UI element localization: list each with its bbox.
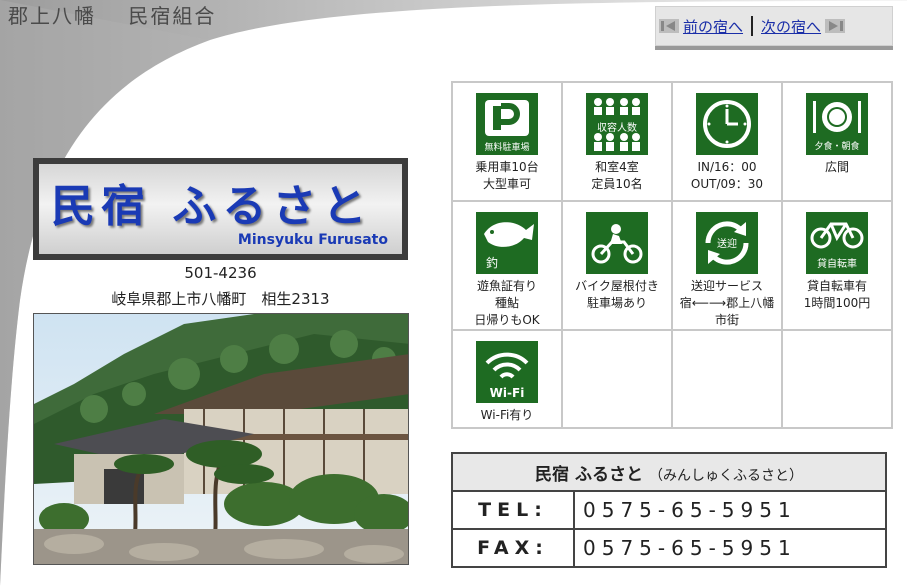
- amenity-fishing-line-1: 遊魚証有り: [476, 279, 537, 293]
- svg-text:送迎: 送迎: [717, 237, 737, 250]
- prev-arrow-icon[interactable]: [659, 19, 679, 33]
- inn-photo: [33, 313, 409, 565]
- fishing-icon: 釣: [476, 212, 538, 274]
- bicycle-icon: 貸自転車: [806, 212, 868, 274]
- amenity-fishing-line-2: 種鮎: [494, 296, 519, 310]
- svg-text:釣: 釣: [486, 255, 498, 270]
- amenity-wifi-line-1: Wi-Fi有り: [480, 408, 534, 422]
- wifi-icon: Wi-Fi: [476, 341, 538, 403]
- amenity-grid: 無料駐車場 乗用車10台 大型車可 収容人数 和室4室 定員10名 IN/16：…: [451, 81, 893, 429]
- svg-text:貸自転車: 貸自転車: [817, 257, 857, 270]
- clock-icon: [696, 93, 758, 155]
- contact-reading: （みんしゅくふるさと）: [648, 467, 803, 484]
- amenity-checkin: IN/16：00 OUT/09：30: [671, 81, 783, 202]
- amenity-parking-line-1: 乗用車10台: [475, 160, 539, 174]
- amenity-motorbike-line-1: バイク屋根付き: [575, 279, 659, 293]
- amenity-shuttle-line-1: 送迎サービス: [690, 279, 763, 293]
- amenity-motorbike: バイク屋根付き 駐車場あり: [561, 200, 673, 331]
- contact-header: 民宿 ふるさと （みんしゅくふるさと）: [451, 452, 887, 492]
- amenity-empty-cell: [671, 329, 783, 429]
- capacity-icon: 収容人数: [586, 93, 648, 155]
- amenity-checkin-line-2: OUT/09：30: [690, 177, 764, 191]
- amenity-wifi: Wi-Fi Wi-Fi有り: [451, 329, 563, 429]
- amenity-parking-line-2: 大型車可: [482, 177, 531, 191]
- amenity-bicycle-line-1: 貸自転車有: [806, 279, 867, 293]
- inn-logo: 民宿 ふるさと Minsyuku Furusato: [33, 158, 408, 260]
- meal-icon: 夕食・朝食: [806, 93, 868, 155]
- site-title-left: 郡上八幡: [8, 4, 96, 28]
- amenity-shuttle-line-2: 宿⟵⟶郡上八幡: [679, 296, 775, 310]
- site-title: 郡上八幡 民宿組合: [8, 0, 216, 29]
- amenity-fishing: 釣 遊魚証有り 種鮎 日帰りもOK: [451, 200, 563, 331]
- shuttle-icon: 送迎: [696, 212, 758, 274]
- amenity-bicycle: 貸自転車 貸自転車有 1時間100円: [781, 200, 893, 331]
- parking-icon: 無料駐車場: [476, 93, 538, 155]
- logo-name-jp: 民宿 ふるさと: [51, 181, 373, 232]
- nav-divider: [751, 16, 754, 36]
- amenity-capacity-line-1: 和室4室: [595, 160, 639, 174]
- amenity-bicycle-line-2: 1時間100円: [803, 296, 871, 310]
- contact-table: 民宿 ふるさと （みんしゅくふるさと） TEL: 0575-65-5951 FAX…: [451, 452, 887, 568]
- tel-label: TEL:: [451, 490, 575, 530]
- amenity-meal: 夕食・朝食 広間: [781, 81, 893, 202]
- amenity-capacity: 収容人数 和室4室 定員10名: [561, 81, 673, 202]
- amenity-meal-line-1: 広間: [824, 160, 849, 174]
- amenity-shuttle: 送迎 送迎サービス 宿⟵⟶郡上八幡 市街: [671, 200, 783, 331]
- tel-number: 0575-65-5951: [573, 490, 887, 530]
- amenity-empty-cell: [561, 329, 673, 429]
- amenity-fishing-line-3: 日帰りもOK: [474, 313, 540, 327]
- svg-text:Wi-Fi: Wi-Fi: [490, 386, 525, 400]
- amenity-shuttle-line-3: 市街: [714, 313, 739, 327]
- amenity-parking: 無料駐車場 乗用車10台 大型車可: [451, 81, 563, 202]
- svg-text:収容人数: 収容人数: [597, 121, 637, 134]
- street-address: 岐阜県郡上市八幡町 相生2313: [111, 290, 330, 308]
- site-title-right: 民宿組合: [128, 4, 217, 28]
- contact-name: 民宿 ふるさと: [535, 464, 643, 485]
- amenity-empty-cell: [781, 329, 893, 429]
- next-arrow-icon[interactable]: [825, 19, 846, 33]
- svg-text:夕食・朝食: 夕食・朝食: [814, 140, 859, 152]
- svg-text:無料駐車場: 無料駐車場: [484, 141, 529, 153]
- amenity-motorbike-line-2: 駐車場あり: [586, 296, 647, 310]
- postal-code: 501-4236: [184, 264, 257, 282]
- logo-name-en: Minsyuku Furusato: [237, 232, 388, 248]
- next-inn-link[interactable]: 次の宿へ: [761, 16, 821, 37]
- fax-number: 0575-65-5951: [573, 528, 887, 568]
- amenity-checkin-line-1: IN/16：00: [697, 160, 757, 174]
- inn-navigation: 前の宿へ 次の宿へ: [655, 6, 893, 50]
- amenity-capacity-line-2: 定員10名: [591, 177, 643, 191]
- fax-label: FAX:: [451, 528, 575, 568]
- motorbike-icon: [586, 212, 648, 274]
- prev-inn-link[interactable]: 前の宿へ: [683, 16, 743, 37]
